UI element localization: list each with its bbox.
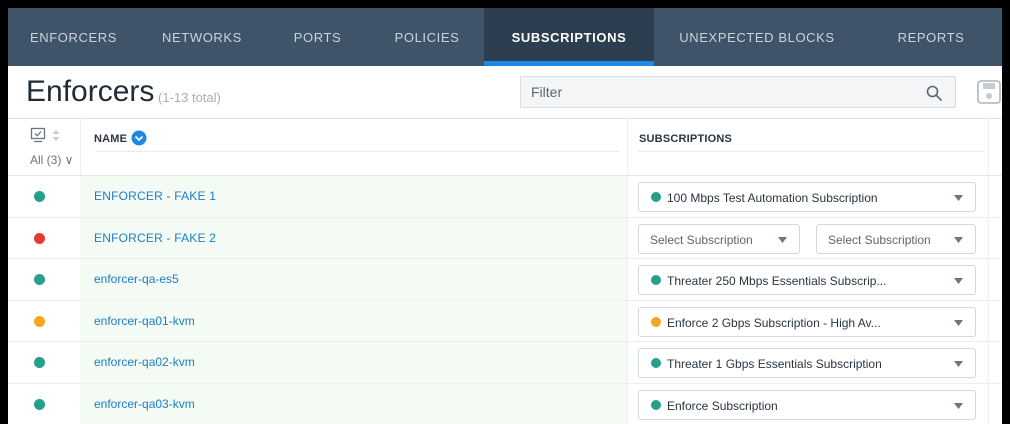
tab-unexpected-blocks[interactable]: UNEXPECTED BLOCKS [654,8,860,66]
column-divider [627,300,628,341]
top-nav: ENFORCERS NETWORKS PORTS POLICIES SUBSCR… [8,8,1002,66]
column-divider [627,119,628,175]
subscription-label: Enforce 2 Gbps Subscription - High Av... [667,315,881,330]
column-divider [988,342,989,383]
table-row: enforcer-qa01-kvm Enforce 2 Gbps Subscri… [8,300,1002,342]
subscription-label: Threater 250 Mbps Essentials Subscrip... [667,274,887,288]
enforcer-name-link[interactable]: enforcer-qa-es5 [94,272,179,286]
enforcer-name-link[interactable]: enforcer-qa01-kvm [94,314,195,328]
filter-input[interactable] [521,77,955,107]
caret-down-icon [954,278,963,284]
subscription-select[interactable]: Enforce Subscription [638,389,976,420]
status-filter-dropdown[interactable]: All (3) ∨ [30,153,73,167]
subscription-status-dot [651,192,661,202]
caret-down-icon [954,195,963,201]
subscription-label: Enforce Subscription [667,398,778,413]
filter-box [520,76,956,108]
subscription-select-label: Select Subscription [828,232,931,247]
table-body: ENFORCER - FAKE 1 100 Mbps Test Automati… [8,176,1002,424]
status-indicator [34,191,45,202]
sort-icon[interactable] [52,130,60,141]
status-indicator [34,357,45,368]
chevron-down-circle-icon[interactable] [131,130,147,146]
table-row: ENFORCER - FAKE 1 100 Mbps Test Automati… [8,176,1002,218]
status-indicator [34,274,45,285]
tab-policies[interactable]: POLICIES [370,8,484,66]
column-header-subscriptions: SUBSCRIPTIONS [639,133,733,145]
subscription-status-dot [651,275,661,285]
status-indicator [34,232,45,244]
tab-ports[interactable]: PORTS [265,8,370,66]
enforcer-name-link[interactable]: ENFORCER - FAKE 2 [94,231,216,245]
tab-networks[interactable]: NETWORKS [139,8,265,66]
header-divider [94,151,619,152]
subscription-select-secondary[interactable]: Select Subscription [816,223,976,254]
subscription-label: 100 Mbps Test Automation Subscription [667,191,878,205]
column-divider [80,119,81,175]
subscription-select[interactable]: Threater 250 Mbps Essentials Subscrip... [638,265,976,295]
tab-enforcers[interactable]: ENFORCERS [8,8,139,66]
column-divider [627,259,628,300]
caret-down-icon [954,319,963,326]
subscription-status-dot [651,399,661,410]
search-icon[interactable] [925,84,943,102]
status-indicator [34,398,45,410]
subscription-select[interactable]: Enforce 2 Gbps Subscription - High Av... [638,306,976,337]
header-divider [639,151,984,152]
column-divider [627,217,628,258]
enforcer-name-link[interactable]: ENFORCER - FAKE 1 [94,189,216,203]
table-header: All (3) ∨ NAME SUBSCRIPTIONS [8,118,1002,176]
status-indicator [34,315,45,327]
enforcer-name-link[interactable]: enforcer-qa03-kvm [94,397,195,411]
subscription-select-primary[interactable]: Select Subscription [638,223,800,254]
table-row: enforcer-qa-es5 Threater 250 Mbps Essent… [8,259,1002,301]
column-header-name[interactable]: NAME [94,133,127,145]
caret-down-icon [778,236,787,243]
column-divider [627,176,628,217]
subscription-status-dot [651,358,661,368]
subscription-label: Threater 1 Gbps Essentials Subscription [667,357,882,371]
table-row: ENFORCER - FAKE 2 Select Subscription Se… [8,217,1002,259]
subscription-select[interactable]: 100 Mbps Test Automation Subscription [638,182,976,212]
subscription-status-dot [651,316,661,327]
caret-down-icon [954,361,963,367]
total-count: (1-13 total) [158,90,221,105]
table-row: enforcer-qa02-kvm Threater 1 Gbps Essent… [8,342,1002,384]
column-divider [988,383,989,424]
table-row: enforcer-qa03-kvm Enforce Subscription [8,383,1002,424]
column-divider [988,300,989,341]
tab-subscriptions[interactable]: SUBSCRIPTIONS [484,8,654,66]
column-divider [627,383,628,424]
app-frame: ENFORCERS NETWORKS PORTS POLICIES SUBSCR… [8,8,1002,424]
subscription-select[interactable]: Threater 1 Gbps Essentials Subscription [638,348,976,378]
monitor-check-icon [30,127,46,143]
save-icon[interactable] [976,79,1002,105]
enforcer-name-link[interactable]: enforcer-qa02-kvm [94,355,195,369]
page-header: Enforcers (1-13 total) [8,66,1002,118]
column-divider [627,342,628,383]
page-title: Enforcers [26,75,155,108]
tab-reports[interactable]: REPORTS [860,8,1002,66]
column-divider [988,217,989,258]
column-divider [988,119,989,175]
caret-down-icon [954,236,963,243]
column-divider [988,176,989,217]
subscription-select-label: Select Subscription [650,232,753,247]
column-divider [988,259,989,300]
caret-down-icon [954,402,963,409]
